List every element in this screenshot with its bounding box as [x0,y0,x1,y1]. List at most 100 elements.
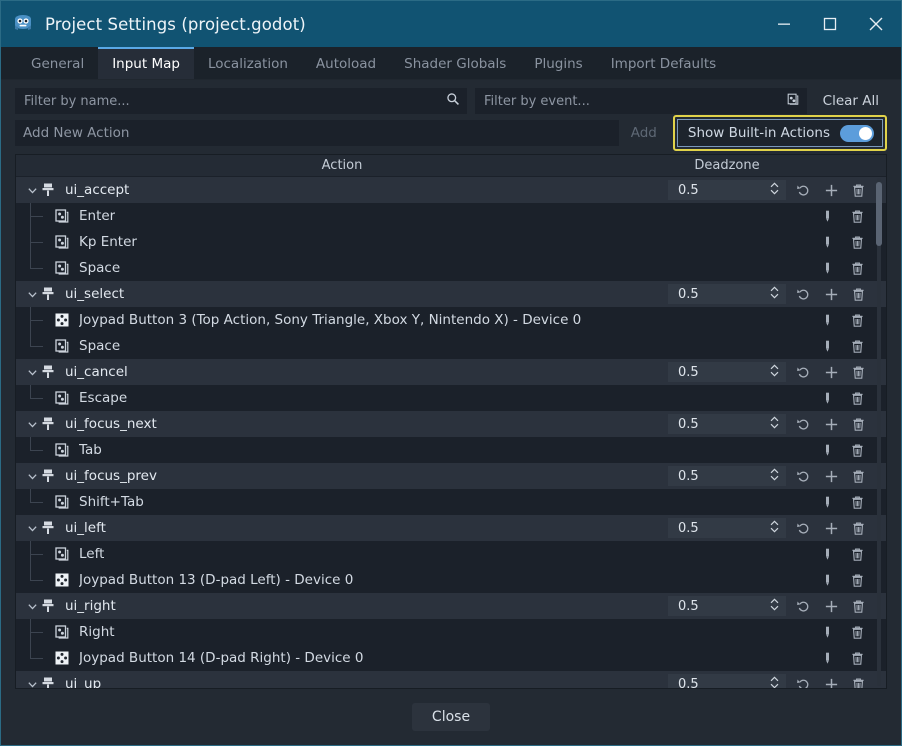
spinner-arrows-icon[interactable] [769,415,780,434]
edit-icon[interactable] [812,489,842,515]
clear-all-button[interactable]: Clear All [815,88,887,114]
tab-general[interactable]: General [17,47,98,79]
chevron-down-icon[interactable] [24,471,40,482]
chevron-down-icon[interactable] [24,523,40,534]
edit-icon[interactable] [812,307,842,333]
event-row[interactable]: Joypad Button 3 (Top Action, Sony Triang… [16,307,886,333]
edit-icon[interactable] [812,567,842,593]
spinner-arrows-icon[interactable] [769,519,780,538]
add-button[interactable]: Add [619,120,669,146]
deadzone-spinbox[interactable]: 0.5 [668,180,786,200]
tab-autoload[interactable]: Autoload [302,47,390,79]
filter-by-event-input[interactable]: Filter by event... [475,88,807,114]
spinner-arrows-icon[interactable] [769,285,780,304]
maximize-icon[interactable] [807,1,853,47]
deadzone-spinbox[interactable]: 0.5 [668,284,786,304]
trash-icon[interactable] [842,333,872,359]
spinner-arrows-icon[interactable] [769,181,780,200]
action-row[interactable]: ui_focus_next0.5 [16,411,886,437]
tab-import-defaults[interactable]: Import Defaults [597,47,730,79]
scrollbar-track[interactable] [877,178,881,686]
event-row[interactable]: Kp Enter [16,229,886,255]
edit-icon[interactable] [812,333,842,359]
event-row[interactable]: Enter [16,203,886,229]
plus-icon[interactable] [817,463,844,489]
event-row[interactable]: Space [16,333,886,359]
deadzone-spinbox[interactable]: 0.5 [668,674,786,688]
trash-icon[interactable] [842,255,872,281]
action-row[interactable]: ui_accept0.5 [16,177,886,203]
revert-icon[interactable] [790,593,817,619]
plus-icon[interactable] [817,671,844,688]
column-header-deadzone[interactable]: Deadzone [668,158,786,173]
column-header-action[interactable]: Action [16,158,668,173]
edit-icon[interactable] [812,229,842,255]
trash-icon[interactable] [842,203,872,229]
event-row[interactable]: Joypad Button 14 (D-pad Right) - Device … [16,645,886,671]
trash-icon[interactable] [845,515,872,541]
plus-icon[interactable] [817,359,844,385]
action-row[interactable]: ui_right0.5 [16,593,886,619]
deadzone-spinbox[interactable]: 0.5 [668,466,786,486]
chevron-down-icon[interactable] [24,367,40,378]
action-row[interactable]: ui_left0.5 [16,515,886,541]
edit-icon[interactable] [812,203,842,229]
trash-icon[interactable] [842,567,872,593]
chevron-down-icon[interactable] [24,419,40,430]
scrollbar-thumb[interactable] [876,182,882,246]
action-row[interactable]: ui_cancel0.5 [16,359,886,385]
edit-icon[interactable] [812,437,842,463]
trash-icon[interactable] [842,307,872,333]
trash-icon[interactable] [845,593,872,619]
tree-scroll-area[interactable]: ui_accept0.5EnterKp EnterSpaceui_select0… [16,177,886,688]
trash-icon[interactable] [842,229,872,255]
deadzone-spinbox[interactable]: 0.5 [668,362,786,382]
tab-plugins[interactable]: Plugins [520,47,596,79]
show-builtin-actions-toggle[interactable]: Show Built-in Actions [677,119,883,147]
chevron-down-icon[interactable] [24,679,40,689]
deadzone-spinbox[interactable]: 0.5 [668,518,786,538]
close-icon[interactable] [853,1,899,47]
edit-icon[interactable] [812,385,842,411]
deadzone-spinbox[interactable]: 0.5 [668,414,786,434]
event-row[interactable]: Space [16,255,886,281]
vertical-scrollbar[interactable] [875,178,883,686]
filter-by-name-input[interactable]: Filter by name... [15,88,467,114]
revert-icon[interactable] [790,281,817,307]
spinner-arrows-icon[interactable] [769,597,780,616]
trash-icon[interactable] [845,463,872,489]
event-row[interactable]: Escape [16,385,886,411]
trash-icon[interactable] [842,541,872,567]
trash-icon[interactable] [842,385,872,411]
event-row[interactable]: Right [16,619,886,645]
revert-icon[interactable] [790,671,817,688]
edit-icon[interactable] [812,255,842,281]
chevron-down-icon[interactable] [24,289,40,300]
tab-input-map[interactable]: Input Map [98,47,194,79]
action-row[interactable]: ui_focus_prev0.5 [16,463,886,489]
trash-icon[interactable] [842,489,872,515]
plus-icon[interactable] [817,411,844,437]
revert-icon[interactable] [790,411,817,437]
revert-icon[interactable] [790,463,817,489]
toggle-switch[interactable] [840,125,874,142]
plus-icon[interactable] [817,593,844,619]
plus-icon[interactable] [817,281,844,307]
event-row[interactable]: Left [16,541,886,567]
minimize-icon[interactable] [761,1,807,47]
trash-icon[interactable] [845,671,872,688]
revert-icon[interactable] [790,177,817,203]
tab-localization[interactable]: Localization [194,47,302,79]
trash-icon[interactable] [845,359,872,385]
chevron-down-icon[interactable] [24,185,40,196]
edit-icon[interactable] [812,645,842,671]
spinner-arrows-icon[interactable] [769,675,780,689]
close-button[interactable]: Close [412,703,490,731]
revert-icon[interactable] [790,359,817,385]
add-new-action-input[interactable]: Add New Action [15,120,619,146]
action-row[interactable]: ui_select0.5 [16,281,886,307]
trash-icon[interactable] [842,619,872,645]
trash-icon[interactable] [842,437,872,463]
edit-icon[interactable] [812,541,842,567]
deadzone-spinbox[interactable]: 0.5 [668,596,786,616]
